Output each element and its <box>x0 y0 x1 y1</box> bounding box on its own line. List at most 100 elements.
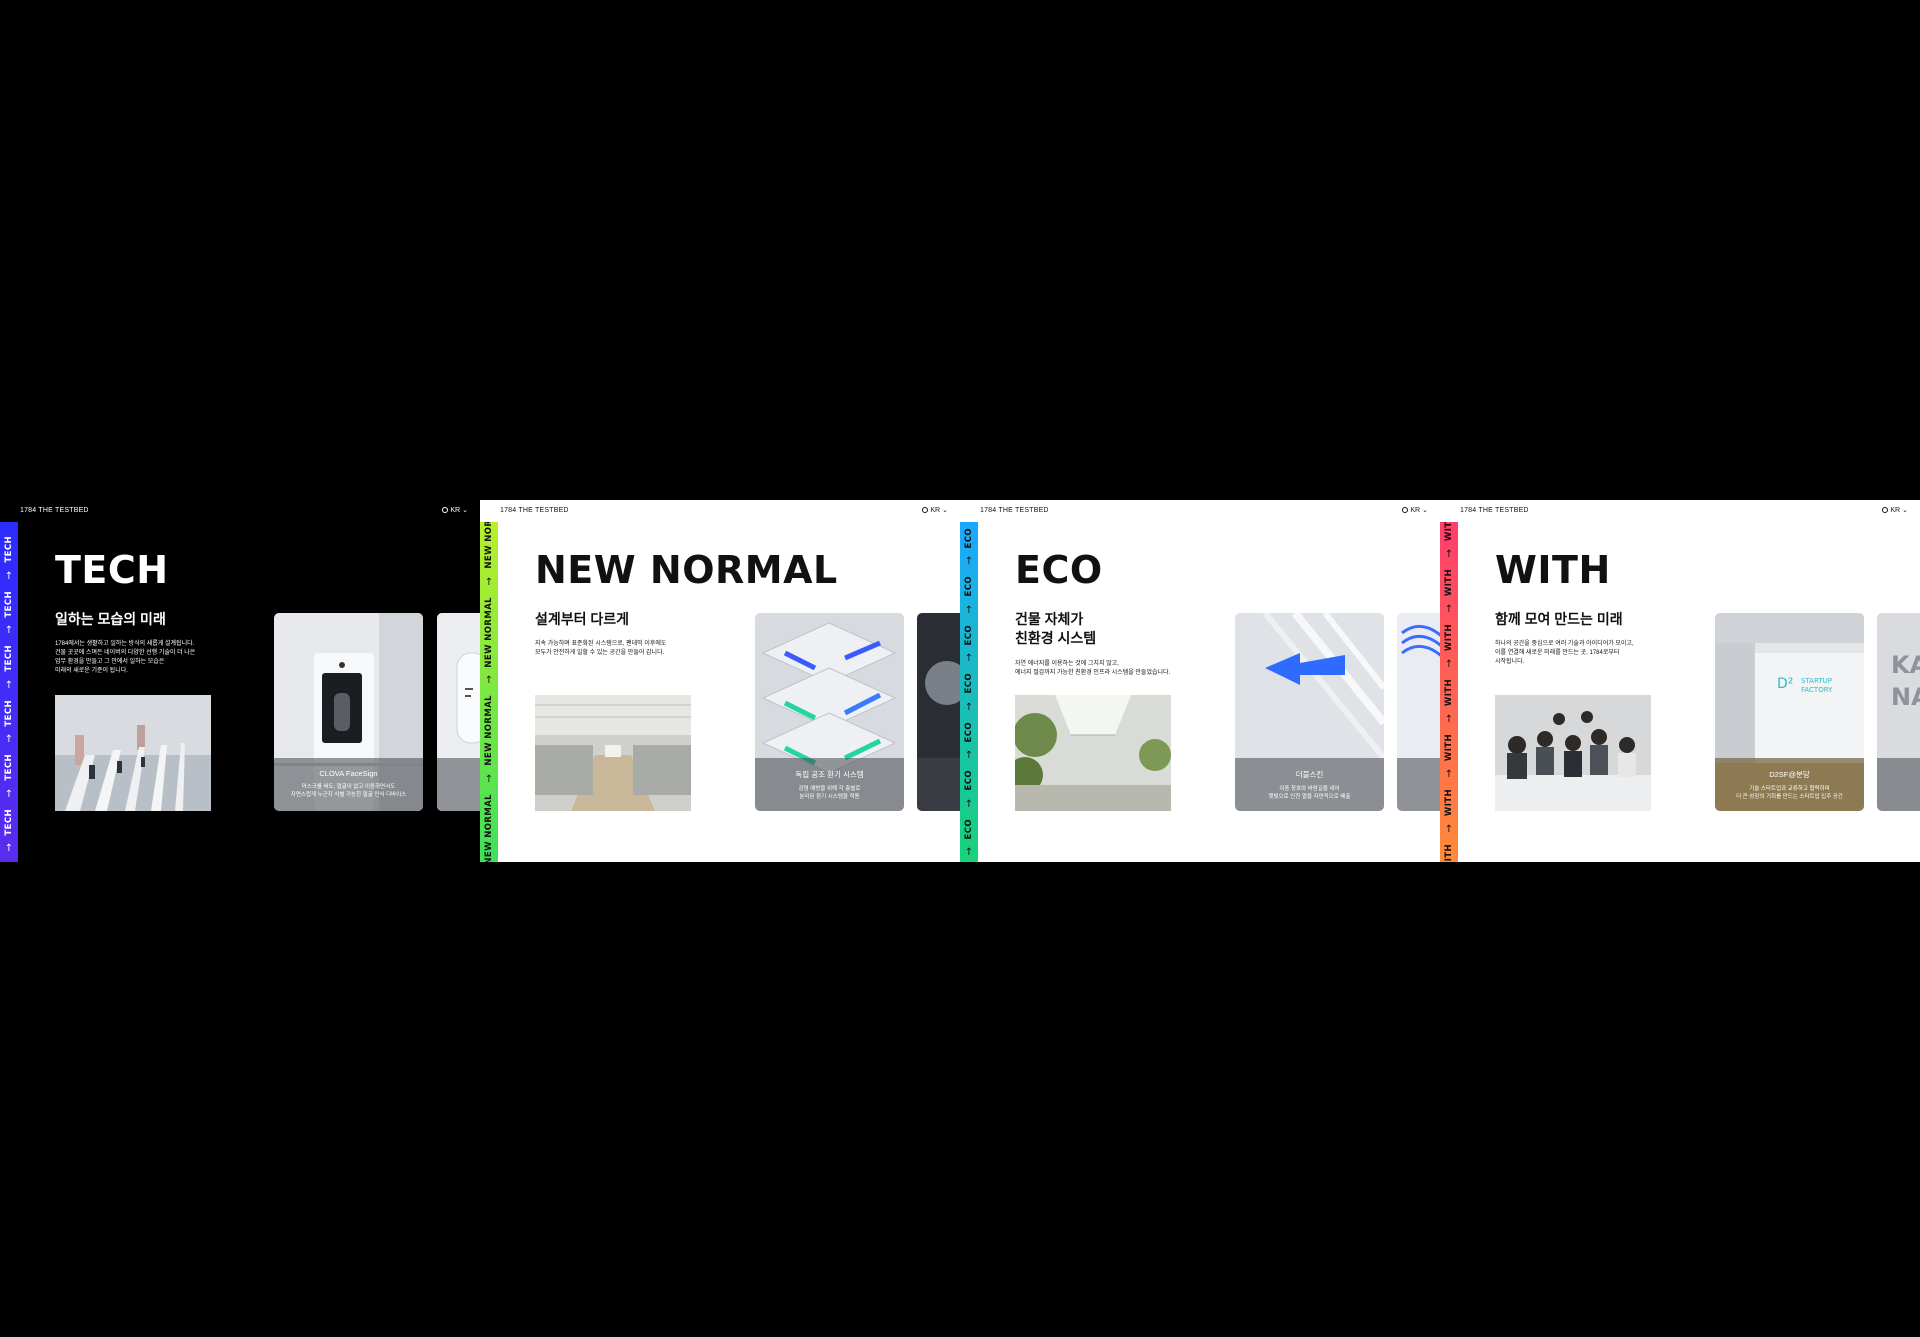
side-rail[interactable]: WITH↑WITH↑WITH↑WITH↑WITH↑WITH↑WITH↑WITH↑ <box>1440 522 1458 862</box>
card-title: 독립 공조 환기 시스템 <box>795 770 864 779</box>
gates-illustration <box>55 695 211 811</box>
card-peek-image: KA NA <box>1877 613 1920 811</box>
feature-card[interactable]: 독립 공조 환기 시스템 감염 예방을 위해 각 층별로 분리된 환기 시스템을… <box>755 613 904 811</box>
rail-item: NEW NORMAL ↑ <box>484 591 494 690</box>
card-description-line: 감염 예방을 위해 각 층별로 <box>798 786 861 792</box>
rail-label: WITH <box>1444 522 1454 542</box>
card-description-line: 더 큰 성장의 기회를 만드는 스타트업 입주 공간 <box>1736 794 1843 800</box>
next-card-peek[interactable] <box>1397 613 1440 811</box>
side-rail[interactable]: NEW NORMAL ↑ NEW NORMAL ↑ NEW NORMAL ↑ NEW NOR… <box>480 522 498 862</box>
arrow-up-icon: ↑ <box>1444 549 1454 561</box>
feature-card[interactable]: 더블스킨 이중 창호와 바람길을 내어 햇빛으로 인한 열을 자연적으로 배출 <box>1235 613 1384 811</box>
rail-label: ECO <box>964 770 974 791</box>
subtitle-line: 일하는 모습의 미래 <box>55 611 166 627</box>
section-heading: TECH <box>55 548 169 592</box>
section-subtitle: 일하는 모습의 미래 <box>55 610 166 629</box>
description-line: 에너지 절감까지 가능한 친환경 인프라 시스템을 만들었습니다. <box>1015 670 1171 676</box>
arrow-up-icon: ↑ <box>1444 714 1454 726</box>
card-title: CLOVA FaceSign <box>319 769 378 778</box>
globe-icon <box>922 507 929 513</box>
rail-item: ECO ↑ <box>964 619 974 667</box>
description-line: 하나의 공간을 중심으로 여러 기술과 아이디어가 모이고, <box>1495 641 1634 647</box>
arrow-up-icon: ↑ <box>4 679 14 691</box>
language-selector[interactable]: KR ⌄ <box>922 506 948 514</box>
rail-item: WITH↑ <box>1444 783 1454 838</box>
feature-card[interactable]: D² STARTUP FACTORY D2SF@분당 기술 스타트업과 교류하고… <box>1715 613 1864 811</box>
description-line: 건물 곳곳에 스며든 네이버의 다양한 선행 기술이 더 나은 <box>55 650 196 656</box>
card-caption: D2SF@분당 기술 스타트업과 교류하고 협력하며 더 큰 성장의 기회를 만… <box>1715 758 1864 811</box>
rail-label: ECO <box>964 576 974 597</box>
globe-icon <box>1882 507 1889 513</box>
brand-logo[interactable]: 1784 THE TESTBED <box>20 507 89 514</box>
rail-item: ECO ↑ <box>964 667 974 715</box>
rail-label: WITH <box>1444 789 1454 817</box>
section-heading: WITH <box>1495 548 1611 592</box>
rail-item: TECH ↑ <box>4 639 14 694</box>
svg-text:FACTORY: FACTORY <box>1801 686 1833 694</box>
card-caption: 더블스킨 이중 창호와 바람길을 내어 햇빛으로 인한 열을 자연적으로 배출 <box>1235 758 1384 811</box>
side-rail[interactable]: ECO↑ECO↑ECO↑ECO↑ECO↑ECO↑ECO↑ECO↑ <box>960 522 978 862</box>
arrow-up-icon: ↑ <box>4 625 14 637</box>
panel-with: WITH↑WITH↑WITH↑WITH↑WITH↑WITH↑WITH↑WITH↑… <box>1440 500 1920 862</box>
description-line: 지속 가능하며 표준화된 시스템으로, 팬데믹 이후에도 <box>535 641 667 647</box>
svg-text:STARTUP: STARTUP <box>1801 677 1832 685</box>
arrow-up-icon: ↑ <box>4 570 14 582</box>
globe-icon <box>1402 507 1409 513</box>
card-description-line: 분리된 환기 시스템을 적용 <box>799 794 860 800</box>
chevron-down-icon: ⌄ <box>1902 507 1908 514</box>
language-selector[interactable]: KR ⌄ <box>1882 506 1908 514</box>
rail-track: NEW NORMAL ↑ NEW NORMAL ↑ NEW NORMAL ↑ NEW NOR… <box>480 522 498 862</box>
card-description: 이중 창호와 바람길을 내어 햇빛으로 인한 열을 자연적으로 배출 <box>1235 785 1384 801</box>
rail-item: ECO ↑ <box>964 570 974 618</box>
rail-label: WITH <box>1444 624 1454 652</box>
language-label: KR <box>930 506 941 514</box>
section-heading: ECO <box>1015 548 1103 592</box>
section-description: 지속 가능하며 표준화된 시스템으로, 팬데믹 이후에도 모두가 안전하게 일할… <box>535 640 735 658</box>
panel-tech: TECH↑TECH↑TECH↑TECH↑TECH↑TECH↑TECH↑TECH↑… <box>0 500 480 862</box>
rail-label: ECO <box>964 528 974 549</box>
rail-label: WITH <box>1444 569 1454 597</box>
arrow-up-icon: ↑ <box>1444 659 1454 671</box>
subtitle-line: 설계부터 다르게 <box>535 611 630 627</box>
svg-text:KA: KA <box>1891 651 1920 679</box>
rail-label: WITH <box>1444 679 1454 707</box>
card-description-line: 이중 창호와 바람길을 내어 <box>1279 786 1340 792</box>
rail-item: TECH ↑ <box>4 530 14 585</box>
card-description-line: 햇빛으로 인한 열을 자연적으로 배출 <box>1268 794 1351 800</box>
description-line: 자연 에너지를 이용하는 것에 그치지 않고, <box>1015 661 1119 667</box>
brand-logo[interactable]: 1784 THE TESTBED <box>1460 507 1529 514</box>
rail-label: TECH <box>4 536 14 563</box>
rail-label: ECO <box>964 673 974 694</box>
next-card-peek[interactable]: KA NA <box>1877 613 1920 811</box>
card-description-line: 자연스럽게 누군지 식별 가능한 얼굴 인식 디바이스 <box>290 792 407 798</box>
svg-text:D²: D² <box>1777 676 1793 692</box>
language-label: KR <box>1410 506 1421 514</box>
rail-label: ECO <box>964 721 974 743</box>
atrium-illustration <box>1015 695 1171 811</box>
office-interior-photo <box>535 695 691 811</box>
next-card-peek[interactable] <box>917 613 960 811</box>
arrow-up-icon: ↑ <box>964 701 974 713</box>
chevron-down-icon: ⌄ <box>942 507 948 514</box>
chevron-down-icon: ⌄ <box>1422 507 1428 514</box>
brand-logo[interactable]: 1784 THE TESTBED <box>980 507 1049 514</box>
side-rail[interactable]: TECH↑TECH↑TECH↑TECH↑TECH↑TECH↑TECH↑TECH↑ <box>0 522 18 862</box>
rail-track: TECH↑TECH↑TECH↑TECH↑TECH↑TECH↑TECH↑TECH↑ <box>0 530 18 862</box>
team-meeting-photo <box>1495 695 1651 811</box>
language-selector[interactable]: KR ⌄ <box>1402 506 1428 514</box>
rail-item: ECO ↑ <box>964 813 974 861</box>
team-illustration <box>1495 695 1651 811</box>
card-description-line: 마스크를 써도, 얼굴이 없고 이동하면서도 <box>301 784 396 790</box>
feature-card[interactable]: CLOVA FaceSign 마스크를 써도, 얼굴이 없고 이동하면서도 자연… <box>274 613 423 811</box>
rail-label: NEW NORMAL <box>484 695 494 766</box>
svg-text:NA: NA <box>1891 683 1920 711</box>
rail-item: NEW NORMAL ↑ <box>484 689 494 788</box>
rail-item: WITH↑ <box>1444 838 1454 862</box>
brand-logo[interactable]: 1784 THE TESTBED <box>500 507 569 514</box>
section-heading: NEW NORMAL <box>535 548 838 592</box>
next-card-peek[interactable] <box>437 613 480 811</box>
description-line: 시작됩니다. <box>1495 659 1525 665</box>
subtitle-line: 친환경 시스템 <box>1015 630 1097 646</box>
rail-item: WITH ↑ <box>1444 673 1454 728</box>
language-selector[interactable]: KR ⌄ <box>442 506 468 514</box>
